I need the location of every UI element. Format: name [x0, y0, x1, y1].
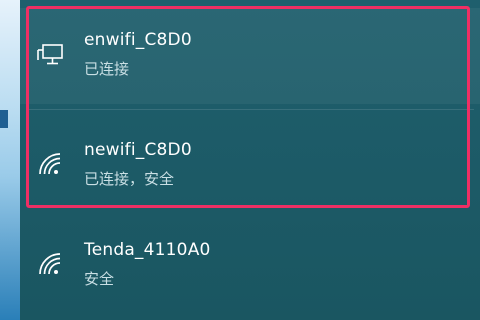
network-name: Tenda_4110A0: [84, 240, 211, 260]
network-name: enwifi_C8D0: [84, 30, 192, 50]
divider: [26, 109, 474, 110]
network-flyout: enwifi_C8D0 已连接 newifi_C8D0 已连接，安全 Tenda…: [20, 0, 480, 320]
network-status: 已连接: [84, 60, 130, 78]
network-status: 已连接，安全: [84, 170, 175, 188]
network-item-newifi[interactable]: newifi_C8D0 已连接，安全: [20, 118, 480, 214]
network-item-enwifi[interactable]: enwifi_C8D0 已连接: [20, 8, 480, 104]
network-name: newifi_C8D0: [84, 140, 192, 160]
wired-monitor-icon: [36, 38, 68, 70]
desktop-edge-element: [0, 110, 8, 128]
wifi-signal-icon: [36, 248, 68, 280]
desktop-background: [0, 0, 20, 320]
network-item-tenda[interactable]: Tenda_4110A0 安全: [20, 218, 480, 314]
network-status: 安全: [84, 270, 115, 288]
wifi-signal-icon: [36, 148, 68, 180]
